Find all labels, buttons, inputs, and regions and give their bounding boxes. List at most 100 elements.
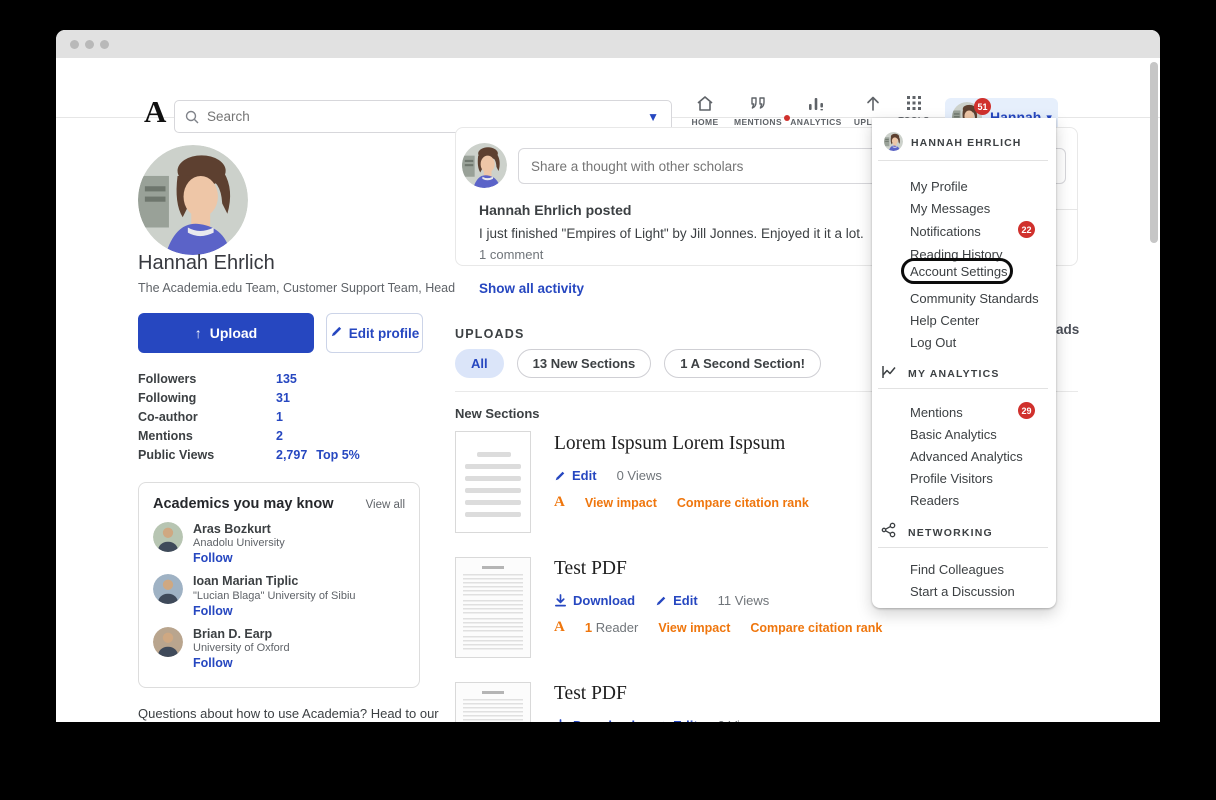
stat-following: Following 31 bbox=[138, 391, 428, 410]
document-thumbnail[interactable] bbox=[455, 557, 531, 658]
download-icon bbox=[554, 719, 567, 722]
upload-button[interactable]: ↑ Upload bbox=[138, 313, 314, 353]
profile-photo[interactable] bbox=[138, 145, 248, 255]
divider bbox=[878, 547, 1048, 548]
browser-window: A ▼ HOME MENTIONS ANALYTICS bbox=[56, 30, 1160, 722]
traffic-light-minimize[interactable] bbox=[85, 40, 94, 49]
stat-followers: Followers 135 bbox=[138, 372, 428, 391]
line-chart-icon bbox=[881, 364, 897, 385]
academics-you-may-know-card: Academics you may know View all Aras Boz… bbox=[138, 482, 420, 688]
download-link[interactable]: Download bbox=[554, 593, 635, 608]
views-count: 0 Views bbox=[617, 468, 662, 483]
menu-item-profile-visitors[interactable]: Profile Visitors bbox=[910, 471, 993, 486]
menu-item-advanced-analytics[interactable]: Advanced Analytics bbox=[910, 449, 1023, 464]
compare-citation-rank-link[interactable]: Compare citation rank bbox=[750, 621, 882, 635]
account-dropdown-menu: HANNAH EHRLICH My Profile My Messages No… bbox=[872, 118, 1056, 608]
analytics-bars-icon bbox=[806, 94, 826, 114]
upload-item: Test PDF Download Edit 0 Views bbox=[554, 683, 1034, 722]
view-all-link[interactable]: View all bbox=[366, 499, 405, 511]
menu-item-mentions[interactable]: Mentions bbox=[910, 405, 963, 420]
document-thumbnail[interactable] bbox=[455, 431, 531, 533]
view-impact-link[interactable]: View impact bbox=[585, 496, 657, 510]
menu-item-notifications[interactable]: Notifications bbox=[910, 224, 981, 239]
suggestions-title: Academics you may know bbox=[153, 496, 334, 512]
filter-second-section[interactable]: 1 A Second Section! bbox=[664, 349, 821, 378]
dropdown-user-name: HANNAH EHRLICH bbox=[911, 137, 1021, 149]
pencil-icon bbox=[330, 325, 343, 341]
person-name[interactable]: Ioan Marian Tiplic bbox=[193, 574, 356, 588]
follow-link[interactable]: Follow bbox=[193, 551, 285, 565]
download-icon bbox=[554, 594, 567, 607]
follow-link[interactable]: Follow bbox=[193, 656, 290, 670]
menu-item-reading-history[interactable]: Reading History bbox=[910, 247, 1003, 262]
menu-item-community-standards[interactable]: Community Standards bbox=[910, 291, 1039, 306]
divider-fragment bbox=[1056, 209, 1078, 210]
notifications-badge: 22 bbox=[1018, 221, 1035, 238]
profile-affiliation: The Academia.edu Team, Customer Support … bbox=[138, 281, 468, 295]
academia-a-icon: A bbox=[554, 619, 565, 636]
menu-item-help-center[interactable]: Help Center bbox=[910, 313, 979, 328]
edit-link[interactable]: Edit bbox=[655, 593, 698, 608]
section-networking: NETWORKING bbox=[908, 527, 993, 539]
post-body: I just finished "Empires of Light" by Ji… bbox=[479, 226, 864, 241]
traffic-light-close[interactable] bbox=[70, 40, 79, 49]
compare-citation-rank-link[interactable]: Compare citation rank bbox=[677, 496, 809, 510]
edit-profile-button[interactable]: Edit profile bbox=[326, 313, 423, 353]
academia-logo[interactable]: A bbox=[144, 96, 166, 127]
upload-arrow-icon: ↑ bbox=[195, 325, 202, 341]
filter-new-sections[interactable]: 13 New Sections bbox=[517, 349, 652, 378]
section-my-analytics: MY ANALYTICS bbox=[908, 368, 1000, 380]
menu-item-log-out[interactable]: Log Out bbox=[910, 335, 956, 350]
document-thumbnail[interactable] bbox=[455, 682, 531, 722]
search-icon bbox=[185, 110, 199, 124]
home-icon bbox=[695, 94, 715, 114]
traffic-light-zoom[interactable] bbox=[100, 40, 109, 49]
menu-item-find-colleagues[interactable]: Find Colleagues bbox=[910, 562, 1004, 577]
person-name[interactable]: Aras Bozkurt bbox=[193, 522, 285, 536]
mentions-quote-icon bbox=[748, 94, 768, 114]
person-name[interactable]: Brian D. Earp bbox=[193, 627, 290, 641]
network-icon bbox=[881, 522, 897, 543]
follow-link[interactable]: Follow bbox=[193, 604, 356, 618]
views-count: 11 Views bbox=[718, 593, 770, 608]
menu-item-readers[interactable]: Readers bbox=[910, 493, 959, 508]
composer-avatar bbox=[462, 143, 507, 188]
menu-item-basic-analytics[interactable]: Basic Analytics bbox=[910, 427, 997, 442]
view-impact-link[interactable]: View impact bbox=[658, 621, 730, 635]
pencil-icon bbox=[554, 470, 566, 482]
edit-link[interactable]: Edit bbox=[655, 718, 698, 722]
stat-coauthor: Co-author 1 bbox=[138, 410, 428, 429]
readers-count: 1 Reader bbox=[585, 620, 639, 635]
upload-filters: All 13 New Sections 1 A Second Section! bbox=[455, 349, 821, 378]
menu-item-start-a-discussion[interactable]: Start a Discussion bbox=[910, 584, 1015, 599]
menu-item-my-messages[interactable]: My Messages bbox=[910, 201, 990, 216]
new-sections-group-header: New Sections bbox=[455, 406, 540, 421]
pencil-icon bbox=[655, 720, 667, 723]
avatar bbox=[153, 627, 183, 657]
upload-arrow-icon bbox=[863, 94, 883, 114]
stat-public-views: Public Views 2,797Top 5% bbox=[138, 448, 428, 467]
person-org: University of Oxford bbox=[193, 642, 290, 654]
upload-title[interactable]: Test PDF bbox=[554, 683, 1034, 705]
tools-grid-icon bbox=[905, 94, 923, 112]
menu-item-account-settings[interactable]: Account Settings bbox=[910, 264, 1008, 279]
nav-analytics[interactable]: ANALYTICS bbox=[783, 94, 849, 127]
search-dropdown-caret-icon[interactable]: ▼ bbox=[647, 110, 659, 124]
edit-link[interactable]: Edit bbox=[554, 468, 597, 483]
filter-all[interactable]: All bbox=[455, 349, 504, 378]
download-link[interactable]: Download bbox=[554, 718, 635, 722]
profile-name: Hannah Ehrlich bbox=[138, 252, 275, 275]
post-author-line[interactable]: Hannah Ehrlich posted bbox=[479, 202, 631, 218]
scrollbar-thumb[interactable] bbox=[1150, 62, 1158, 243]
menu-item-my-profile[interactable]: My Profile bbox=[910, 179, 968, 194]
site-header: A ▼ HOME MENTIONS ANALYTICS bbox=[56, 58, 1160, 118]
window-titlebar bbox=[56, 30, 1160, 58]
show-all-activity-link[interactable]: Show all activity bbox=[479, 281, 584, 296]
suggested-person: Brian D. Earp University of Oxford Follo… bbox=[153, 627, 405, 670]
notification-count-badge: 51 bbox=[974, 98, 991, 115]
post-comments-link[interactable]: 1 comment bbox=[479, 247, 543, 262]
nav-mentions[interactable]: MENTIONS bbox=[724, 94, 792, 127]
avatar bbox=[884, 132, 903, 151]
suggested-person: Aras Bozkurt Anadolu University Follow bbox=[153, 522, 405, 565]
search-input[interactable] bbox=[207, 109, 647, 124]
